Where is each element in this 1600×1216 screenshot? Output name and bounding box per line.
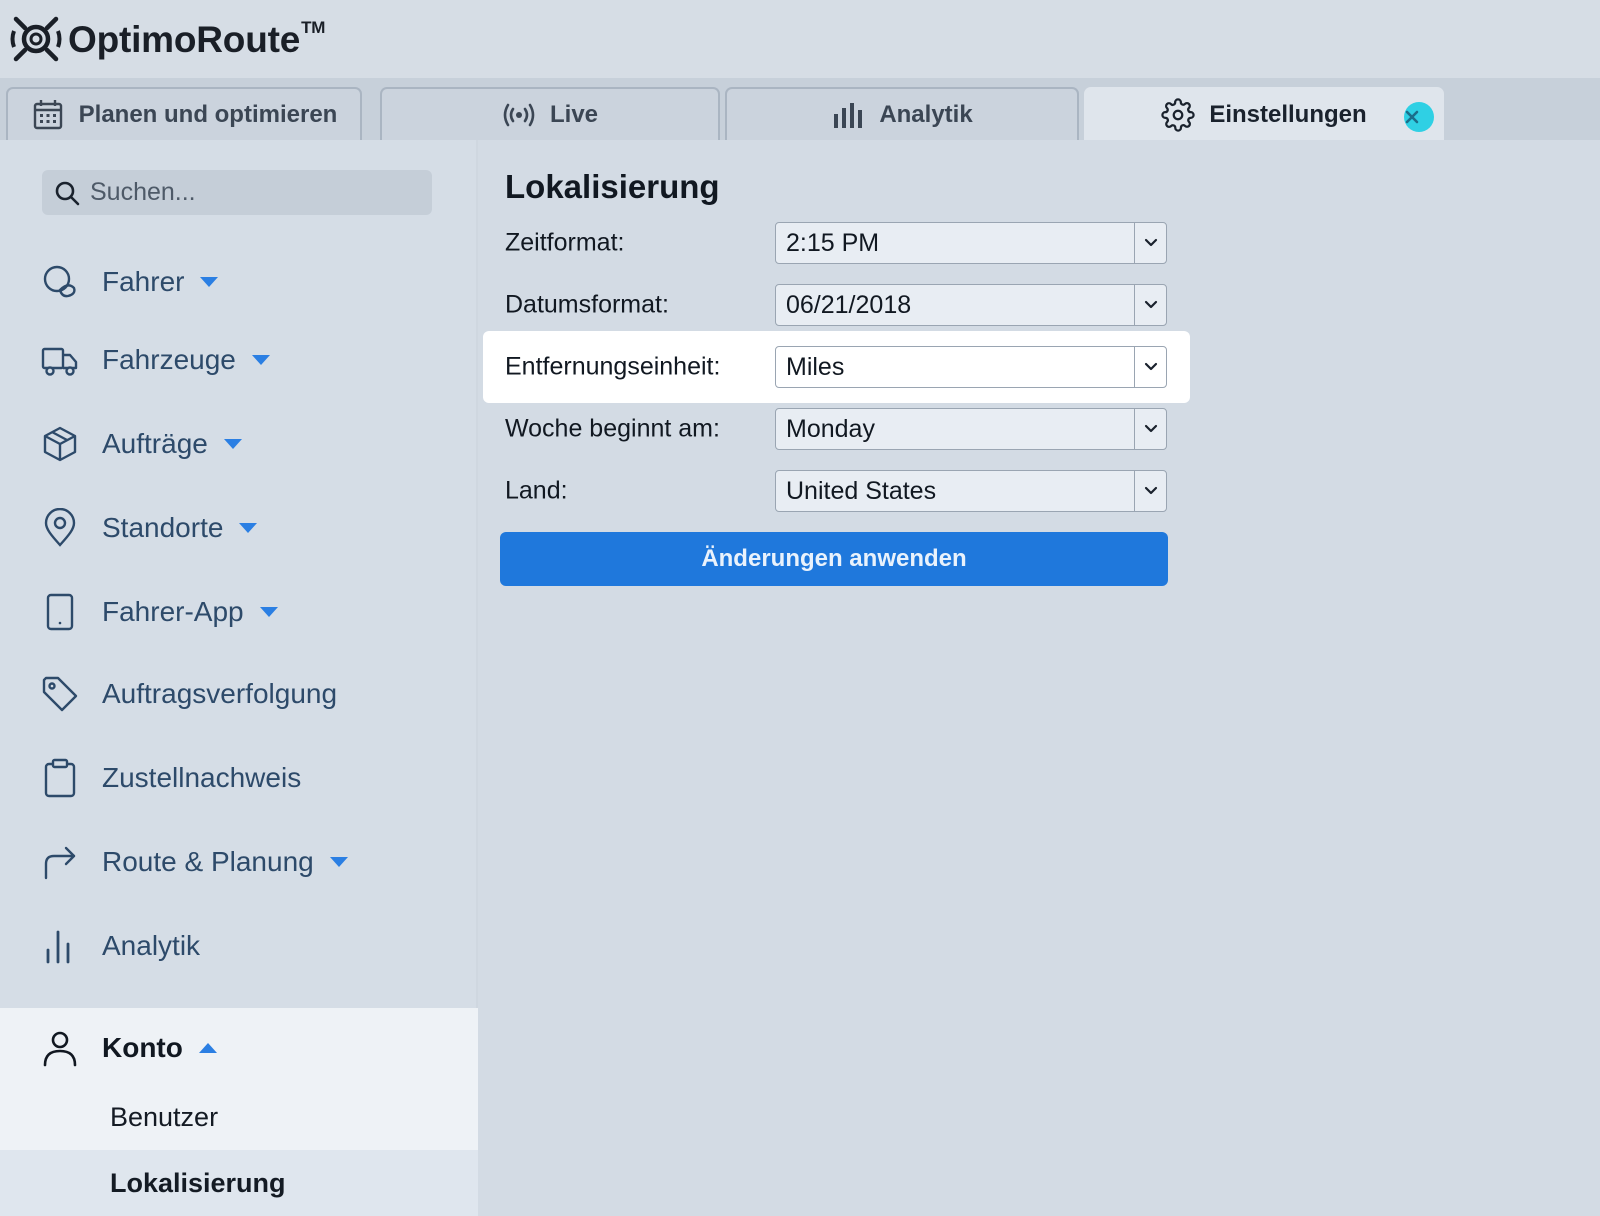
trademark: TM — [301, 17, 326, 37]
chevron-down-icon — [1134, 471, 1166, 511]
time-format-select[interactable]: 2:15 PM — [775, 222, 1167, 264]
gear-icon — [1161, 97, 1195, 132]
select-value: 06/21/2018 — [786, 290, 912, 319]
sidebar-item-label: Fahrer — [102, 266, 185, 297]
tab-label: Einstellungen — [1209, 100, 1367, 128]
form-row-distance-unit: Entfernungseinheit: Miles — [483, 331, 1190, 403]
sidebar-item-label: Konto — [102, 1032, 183, 1063]
chevron-down-icon — [223, 439, 242, 449]
tab-live[interactable]: Live — [380, 87, 720, 140]
tab-analytik[interactable]: Analytik — [725, 87, 1079, 140]
country-label: Land: — [505, 476, 568, 505]
top-bar: OptimoRouteTM — [0, 0, 1600, 78]
form-row-date-format: Datumsformat: 06/21/2018 — [480, 274, 1180, 336]
chevron-down-icon — [1134, 347, 1166, 387]
sidebar-item-label: Fahrer-App — [102, 596, 244, 627]
calendar-icon — [33, 99, 62, 129]
apply-changes-button[interactable]: Änderungen anwenden — [500, 532, 1168, 586]
search-icon — [55, 181, 80, 205]
tab-strip: Planen und optimieren Live Analytik Eins… — [0, 78, 1600, 140]
sidebar-item-label: Aufträge — [102, 428, 208, 459]
date-format-label: Datumsformat: — [505, 290, 669, 319]
tab-label: Planen und optimieren — [78, 100, 338, 128]
country-select[interactable]: United States — [775, 470, 1167, 512]
sidebar-subitem-label: Benutzer — [110, 1101, 219, 1132]
chevron-up-icon — [198, 1043, 217, 1053]
chevron-down-icon — [1134, 223, 1166, 263]
tag-icon — [42, 676, 78, 712]
chevron-down-icon — [1134, 285, 1166, 325]
sidebar-item-label: Auftragsverfolgung — [102, 678, 338, 709]
page-title: Lokalisierung — [505, 168, 720, 205]
sidebar-item-label: Fahrzeuge — [102, 344, 236, 375]
tab-label: Analytik — [879, 100, 973, 128]
distance-unit-select[interactable]: Miles — [775, 346, 1167, 388]
bar-chart-icon — [834, 102, 863, 128]
sidebar-item-label: Zustellnachweis — [102, 762, 302, 793]
week-start-select[interactable]: Monday — [775, 408, 1167, 450]
sidebar-item-auftragsverfolgung[interactable]: Auftragsverfolgung — [0, 664, 478, 724]
chevron-down-icon — [259, 607, 278, 617]
sidebar-item-standorte[interactable]: Standorte — [0, 498, 478, 558]
route-arrow-icon — [44, 846, 76, 880]
chevron-down-icon — [329, 857, 348, 867]
bar-chart-icon — [46, 930, 70, 964]
select-value: Miles — [786, 352, 845, 381]
sidebar-item-route-planung[interactable]: Route & Planung — [0, 832, 478, 892]
sidebar-item-zustellnachweis[interactable]: Zustellnachweis — [0, 748, 478, 808]
tab-planen-und-optimieren[interactable]: Planen und optimieren — [6, 87, 362, 140]
location-pin-icon — [44, 508, 76, 547]
truck-icon — [41, 347, 78, 376]
settings-panel: Lokalisierung Zeitformat: 2:15 PM Datums… — [480, 140, 1600, 1216]
search-box[interactable] — [42, 170, 432, 215]
select-value: United States — [786, 476, 937, 505]
chevron-down-icon — [200, 277, 219, 287]
sidebar-item-label: Standorte — [102, 512, 224, 543]
select-value: 2:15 PM — [786, 228, 880, 257]
account-section: Konto Benutzer Lokalisierung — [0, 1008, 478, 1216]
optimoroute-logo-icon — [10, 16, 62, 62]
form-row-week-start: Woche beginnt am: Monday — [480, 398, 1180, 460]
week-start-label: Woche beginnt am: — [505, 414, 720, 443]
form-row-country: Land: United States — [480, 460, 1180, 522]
select-value: Monday — [786, 414, 875, 443]
sidebar-item-analytik[interactable]: Analytik — [0, 916, 478, 976]
clipboard-icon — [44, 758, 76, 798]
time-format-label: Zeitformat: — [505, 228, 625, 257]
sidebar-item-fahrzeuge[interactable]: Fahrzeuge — [0, 330, 478, 390]
close-icon — [1405, 110, 1419, 124]
sidebar-subitem-benutzer[interactable]: Benutzer — [0, 1086, 478, 1148]
chevron-down-icon — [1134, 409, 1166, 449]
sidebar-item-auftraege[interactable]: Aufträge — [0, 414, 478, 474]
driver-icon — [43, 265, 76, 298]
sidebar-item-fahrer-app[interactable]: Fahrer-App — [0, 582, 478, 642]
chevron-down-icon — [239, 523, 258, 533]
chevron-down-icon — [251, 355, 270, 365]
search-input[interactable] — [90, 178, 410, 207]
sidebar-item-label: Analytik — [102, 930, 201, 961]
distance-unit-label: Entfernungseinheit: — [505, 352, 721, 381]
tab-label: Live — [549, 100, 599, 128]
phone-icon — [46, 593, 74, 631]
form-row-time-format: Zeitformat: 2:15 PM — [480, 212, 1180, 274]
sidebar-subitem-label: Lokalisierung — [110, 1167, 286, 1198]
package-icon — [43, 426, 77, 462]
sidebar-subitem-lokalisierung[interactable]: Lokalisierung — [0, 1150, 478, 1216]
sidebar-item-label: Route & Planung — [102, 846, 314, 877]
sidebar-item-konto[interactable]: Konto — [0, 1018, 478, 1078]
sidebar: Fahrer Fahrzeuge Aufträge Standorte — [0, 140, 478, 1216]
sidebar-item-fahrer[interactable]: Fahrer — [0, 252, 478, 312]
date-format-select[interactable]: 06/21/2018 — [775, 284, 1167, 326]
tab-einstellungen[interactable]: Einstellungen — [1084, 87, 1444, 140]
app-name: OptimoRouteTM — [68, 17, 326, 60]
user-icon — [43, 1031, 77, 1067]
broadcast-icon — [503, 103, 535, 126]
tab-close-button[interactable] — [1404, 102, 1434, 132]
